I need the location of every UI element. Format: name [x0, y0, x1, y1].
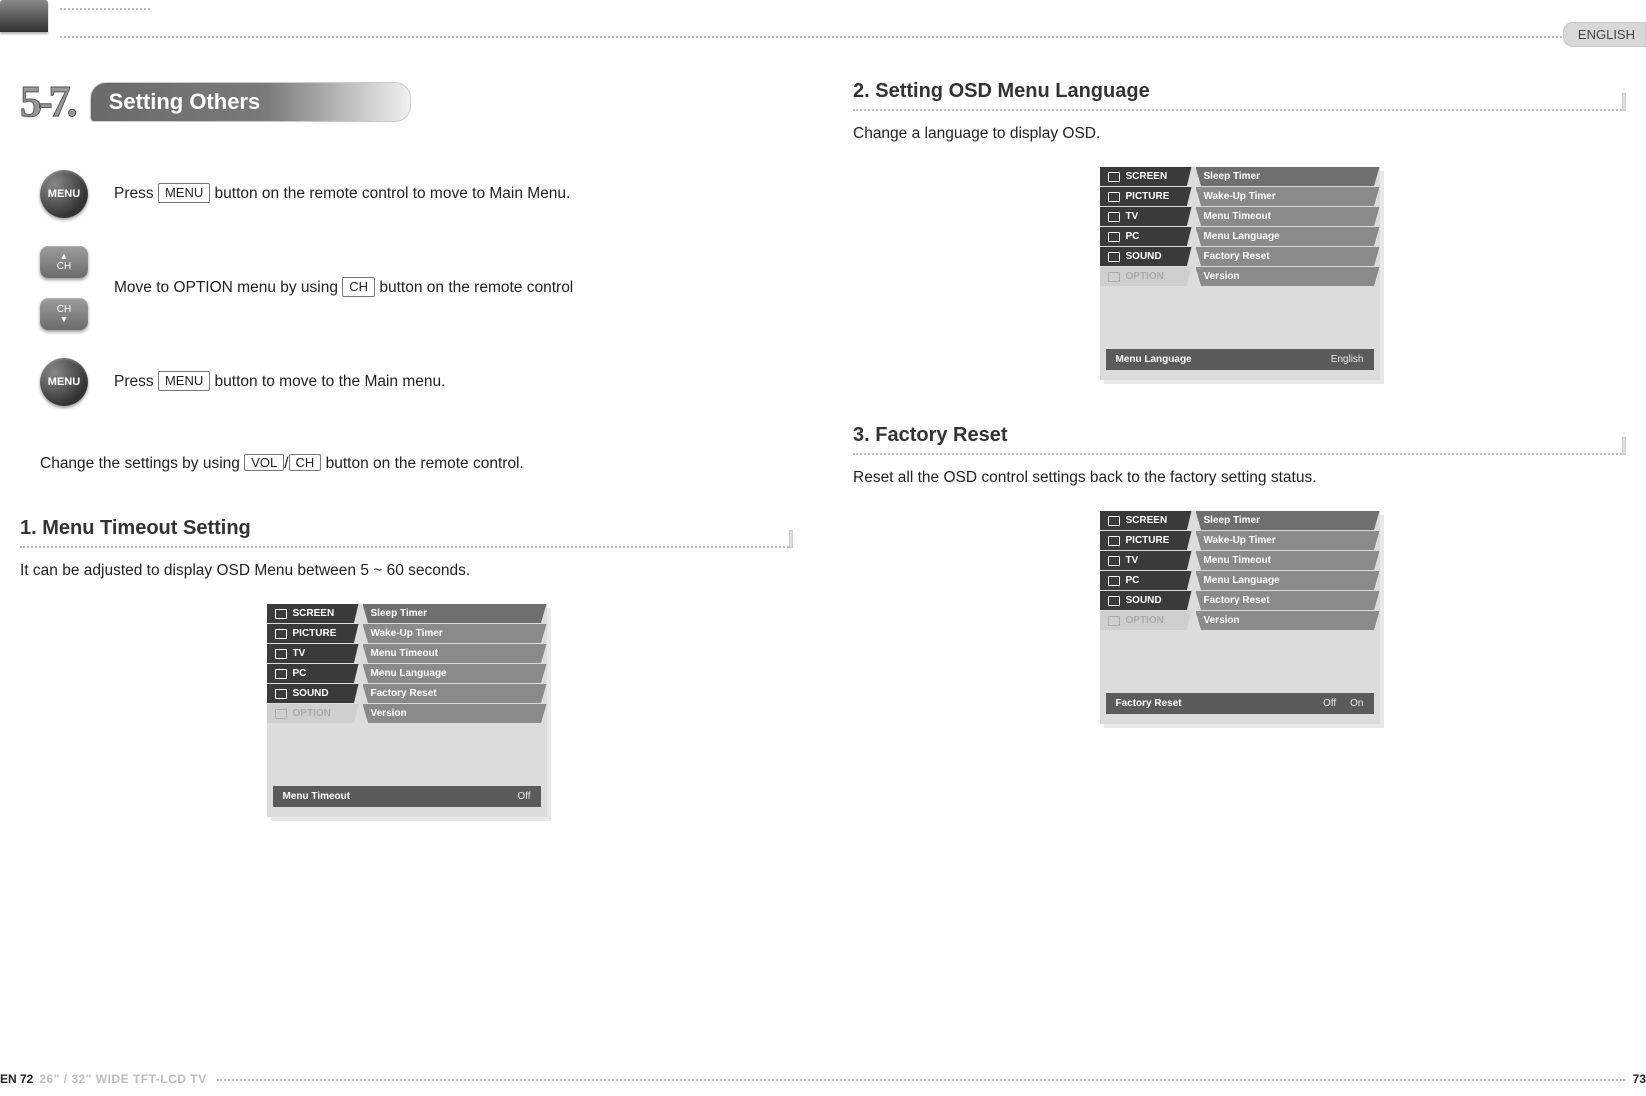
osd-illustration: SCREEN PICTURE TV PC SOUND OPTION Sleep … [1100, 167, 1380, 380]
ch-keycap: CH [342, 277, 375, 297]
page-footer: EN 72 26" / 32" WIDE TFT-LCD TV 73 [0, 1072, 1646, 1086]
osd-footer-label: Menu Language [1116, 354, 1192, 365]
left-column: 5-7. Setting Others MENU Press MENU butt… [20, 80, 793, 1036]
osd-item: Menu Timeout [1196, 551, 1380, 570]
tv-logo-icon [0, 0, 48, 32]
decorative-dots [60, 8, 150, 10]
osd-item: Version [1196, 611, 1380, 630]
menu-button-icon: MENU [40, 170, 88, 218]
menu-keycap: MENU [158, 371, 210, 391]
osd-tab-selected: OPTION [1100, 267, 1192, 286]
osd-item: Wake-Up Timer [1196, 187, 1380, 206]
osd-tab: TV [1100, 207, 1192, 226]
osd-item: Menu Language [363, 664, 547, 683]
osd-item: Menu Language [1196, 571, 1380, 590]
osd-tab: PICTURE [1100, 187, 1192, 206]
ch-down-button-icon: CH▼ [40, 298, 88, 330]
osd-tab: PC [1100, 571, 1192, 590]
osd-tab: SCREEN [1100, 167, 1192, 186]
osd-tab: TV [267, 644, 359, 663]
section-number: 5-7. [20, 80, 74, 124]
step-text: Press MENU button to move to the Main me… [114, 371, 445, 393]
osd-footer-on: On [1350, 698, 1363, 709]
ch-up-button-icon: ▲CH [40, 246, 88, 278]
step-text: Press MENU button on the remote control … [114, 183, 570, 205]
osd-item: Version [363, 704, 547, 723]
osd-tab: SCREEN [1100, 511, 1192, 530]
osd-illustration: SCREEN PICTURE TV PC SOUND OPTION Sleep … [1100, 511, 1380, 724]
decorative-dots [60, 36, 1646, 38]
subsection-desc: It can be adjusted to display OSD Menu b… [20, 562, 793, 580]
right-column: 2. Setting OSD Menu Language Change a la… [853, 80, 1626, 1036]
language-tab: ENGLISH [1563, 22, 1646, 47]
osd-tab-selected: OPTION [1100, 611, 1192, 630]
osd-tab: SOUND [1100, 591, 1192, 610]
osd-footer-off: Off [1323, 698, 1336, 709]
osd-item: Factory Reset [363, 684, 547, 703]
osd-item: Menu Timeout [363, 644, 547, 663]
osd-tab: SOUND [267, 684, 359, 703]
osd-item: Menu Timeout [1196, 207, 1380, 226]
subsection-desc: Change a language to display OSD. [853, 125, 1626, 143]
osd-illustration: SCREEN PICTURE TV PC SOUND OPTION Sleep … [267, 604, 547, 817]
osd-item: Factory Reset [1196, 247, 1380, 266]
menu-button-icon: MENU [40, 358, 88, 406]
osd-footer-label: Factory Reset [1116, 698, 1182, 709]
model-label: 26" / 32" WIDE TFT-LCD TV [39, 1072, 206, 1086]
section-title: Setting Others [90, 82, 412, 122]
osd-item: Sleep Timer [1196, 511, 1380, 530]
subsection-title: 3. Factory Reset [853, 424, 1626, 455]
step-text: Move to OPTION menu by using CH button o… [114, 277, 573, 299]
osd-tab: PC [267, 664, 359, 683]
page-number-right: 73 [1633, 1072, 1646, 1086]
menu-keycap: MENU [158, 183, 210, 203]
osd-item: Sleep Timer [363, 604, 547, 623]
vol-keycap: VOL [244, 454, 284, 471]
osd-tab: PICTURE [1100, 531, 1192, 550]
decorative-dots [217, 1079, 1625, 1081]
subsection-title: 2. Setting OSD Menu Language [853, 80, 1626, 111]
osd-item: Wake-Up Timer [1196, 531, 1380, 550]
osd-tab: SCREEN [267, 604, 359, 623]
osd-footer-value: Off [517, 791, 530, 802]
osd-tab: PICTURE [267, 624, 359, 643]
osd-footer-value: English [1331, 354, 1364, 365]
ch-keycap: CH [289, 454, 322, 471]
osd-tab: PC [1100, 227, 1192, 246]
osd-tab-selected: OPTION [267, 704, 359, 723]
osd-tab: SOUND [1100, 247, 1192, 266]
osd-item: Sleep Timer [1196, 167, 1380, 186]
page-number-left: EN 72 [0, 1072, 33, 1086]
osd-footer-label: Menu Timeout [283, 791, 351, 802]
osd-item: Factory Reset [1196, 591, 1380, 610]
subsection-desc: Reset all the OSD control settings back … [853, 469, 1626, 487]
step-text: Change the settings by using VOL/CH butt… [40, 454, 793, 473]
osd-item: Version [1196, 267, 1380, 286]
osd-item: Wake-Up Timer [363, 624, 547, 643]
osd-tab: TV [1100, 551, 1192, 570]
osd-item: Menu Language [1196, 227, 1380, 246]
subsection-title: 1. Menu Timeout Setting [20, 517, 793, 548]
